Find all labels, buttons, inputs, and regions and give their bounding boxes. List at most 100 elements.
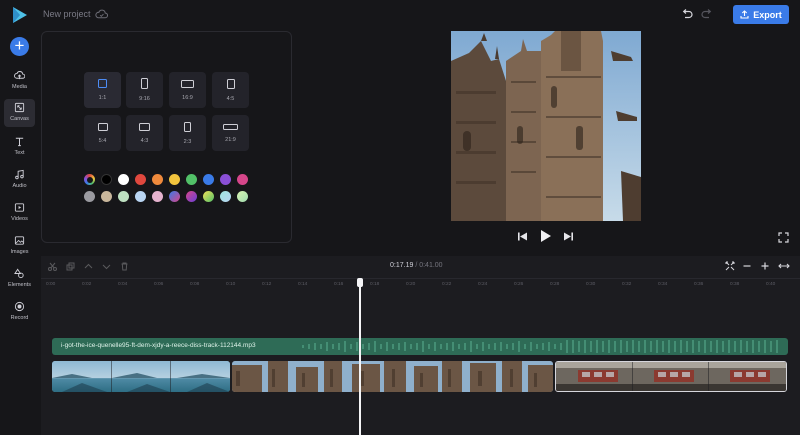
ruler-tick: 0:34 [658, 282, 668, 287]
ratio-label: 2:3 [183, 138, 192, 145]
timecode-display: 0:17.19 / 0:41.00 [390, 262, 443, 269]
color-swatch-gradient-yellow-green[interactable] [203, 191, 214, 202]
cloud-sync-icon [95, 9, 108, 19]
sidebar-item-images[interactable]: Images [4, 232, 35, 260]
ratio-option-4-3[interactable]: 4:3 [126, 115, 163, 151]
audio-clip[interactable]: i-got-the-ice-quenelle95-ft-dem-xjdy-a-r… [52, 338, 788, 355]
ratio-option-2-3[interactable]: 2:3 [169, 115, 206, 151]
time-ruler[interactable]: 0:00 0:02 0:04 0:06 0:08 0:10 0:12 0:14 … [41, 278, 800, 290]
color-swatch-gray[interactable] [84, 191, 95, 202]
undo-icon[interactable] [681, 8, 693, 20]
ruler-tick: 0:10 [226, 282, 236, 287]
expand-timeline-icon[interactable] [778, 261, 790, 271]
scissors-icon[interactable] [48, 262, 57, 271]
skip-forward-icon[interactable] [563, 231, 574, 242]
ratio-option-4-5[interactable]: 4:5 [212, 72, 249, 108]
add-media-button[interactable]: + [10, 37, 29, 56]
sidebar-label-elements: Elements [8, 282, 31, 288]
sidebar-item-media[interactable]: Media [4, 67, 35, 95]
color-swatch-gradient-pink-purple[interactable] [186, 191, 197, 202]
ruler-tick: 0:06 [154, 282, 164, 287]
ruler-tick: 0:08 [190, 282, 200, 287]
move-up-icon[interactable] [84, 262, 93, 271]
sidebar-item-audio[interactable]: Audio [4, 166, 35, 194]
duplicate-icon[interactable] [66, 262, 75, 271]
sidebar-item-record[interactable]: Record [4, 298, 35, 326]
ruler-tick: 0:36 [694, 282, 704, 287]
ruler-tick: 0:32 [622, 282, 632, 287]
sidebar-item-canvas[interactable]: Canvas [4, 99, 35, 127]
color-swatch-mint[interactable] [118, 191, 129, 202]
canvas-resize-icon [14, 102, 25, 113]
timeline-toolbar: 0:17.19 / 0:41.00 [41, 256, 800, 276]
ruler-tick: 0:12 [262, 282, 272, 287]
project-title[interactable]: New project [43, 9, 91, 19]
ruler-tick: 0:24 [478, 282, 488, 287]
audio-clip-name: i-got-the-ice-quenelle95-ft-dem-xjdy-a-r… [61, 342, 256, 349]
fit-to-screen-icon[interactable] [725, 261, 735, 271]
ruler-tick: 0:26 [514, 282, 524, 287]
color-swatch-white[interactable] [118, 174, 129, 185]
ratio-option-16-9[interactable]: 16:9 [169, 72, 206, 108]
sidebar-label-canvas: Canvas [10, 116, 29, 122]
current-time: 0:17.19 [390, 262, 414, 269]
clip-thumbnails [52, 361, 230, 392]
upload-icon [740, 10, 749, 19]
skip-back-icon[interactable] [517, 231, 528, 242]
playhead-handle[interactable] [357, 278, 363, 287]
playhead-line[interactable] [359, 278, 361, 435]
trash-icon[interactable] [120, 262, 129, 271]
video-clip-tram[interactable] [555, 361, 787, 392]
image-icon [14, 236, 25, 245]
sidebar-label-record: Record [10, 315, 29, 321]
ratio-square-shape-icon [98, 79, 107, 88]
color-swatch-purple[interactable] [220, 174, 231, 185]
ratio-option-1-1[interactable]: 1:1 [84, 72, 121, 108]
text-icon [15, 137, 24, 147]
total-time: 0:41.00 [419, 262, 443, 269]
video-clip-cathedral[interactable] [232, 361, 553, 392]
ratio-option-21-9[interactable]: 21:9 [212, 115, 249, 151]
color-swatch-light-pink[interactable] [152, 191, 163, 202]
color-swatch-green[interactable] [186, 174, 197, 185]
app-logo-icon[interactable] [10, 5, 30, 25]
music-note-icon [15, 169, 24, 180]
cloud-upload-icon [14, 71, 25, 80]
ratio-landscape-shape-icon [181, 79, 194, 88]
color-swatch-blue[interactable] [203, 174, 214, 185]
canvas-settings-panel: 1:1 9:16 16:9 4:5 5:4 4:3 2:3 21:9 [41, 31, 292, 243]
redo-icon[interactable] [701, 8, 713, 20]
color-swatch-light-blue[interactable] [135, 191, 146, 202]
sidebar-item-elements[interactable]: Elements [4, 265, 35, 293]
ratio-wide-shape-icon [223, 123, 238, 130]
export-button[interactable]: Export [733, 5, 789, 24]
ruler-tick: 0:40 [766, 282, 776, 287]
color-swatch-gradient-light-green[interactable] [237, 191, 248, 202]
color-swatch-beige[interactable] [101, 191, 112, 202]
color-swatch-black[interactable] [101, 174, 112, 185]
color-swatch-orange[interactable] [152, 174, 163, 185]
sidebar-item-videos[interactable]: Videos [4, 199, 35, 227]
ratio-option-9-16[interactable]: 9:16 [126, 72, 163, 108]
color-swatch-gradient-blue-pink[interactable] [169, 191, 180, 202]
ruler-tick: 0:28 [550, 282, 560, 287]
left-sidebar: + Media Canvas Text Audio Videos Images … [0, 30, 38, 435]
video-preview[interactable] [451, 31, 641, 221]
color-swatch-pink[interactable] [237, 174, 248, 185]
ruler-tick: 0:18 [370, 282, 380, 287]
color-swatch-gradient-teal[interactable] [220, 191, 231, 202]
color-swatch-red[interactable] [135, 174, 146, 185]
fullscreen-icon[interactable] [778, 232, 789, 243]
zoom-out-icon[interactable] [742, 261, 752, 271]
sidebar-item-text[interactable]: Text [4, 133, 35, 161]
color-picker-swatch[interactable] [84, 174, 95, 185]
color-swatch-yellow[interactable] [169, 174, 180, 185]
ratio-label: 21:9 [225, 136, 236, 143]
ratio-option-5-4[interactable]: 5:4 [84, 115, 121, 151]
video-clip-seascape[interactable] [52, 361, 230, 392]
ruler-tick: 0:16 [334, 282, 344, 287]
move-down-icon[interactable] [102, 262, 111, 271]
zoom-in-icon[interactable] [760, 261, 770, 271]
play-icon[interactable] [539, 229, 552, 243]
timeline-panel: 0:17.19 / 0:41.00 0:00 0:02 0:04 0:06 0:… [41, 256, 800, 435]
